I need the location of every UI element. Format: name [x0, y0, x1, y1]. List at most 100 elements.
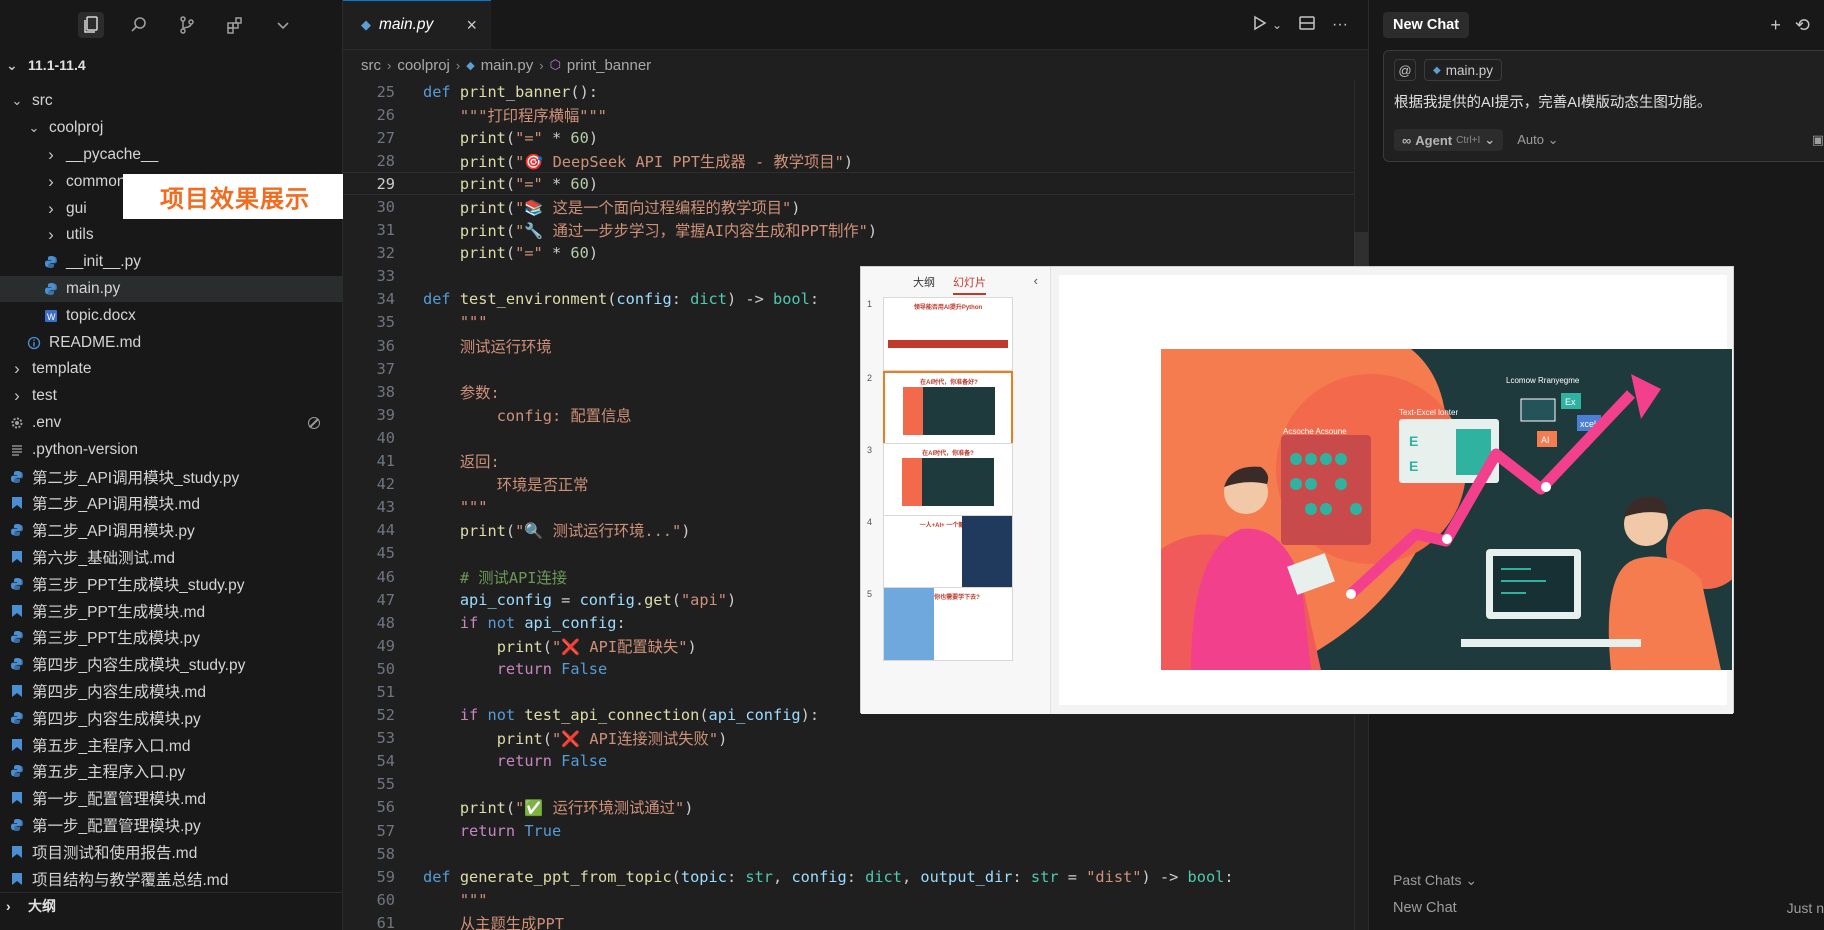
past-chats-toggle[interactable]: Past Chats ⌄ [1393, 872, 1477, 889]
slide-thumbnail-row[interactable]: 2 在AI时代，你准备好? [867, 371, 1013, 445]
tree-item[interactable]: 第二步_API调用模块_study.py [0, 463, 342, 490]
search-icon[interactable] [126, 12, 152, 38]
tree-item-label: 第二步_API调用模块.md [32, 496, 200, 514]
tree-item[interactable]: ⌄ src [0, 88, 342, 115]
tree-item[interactable]: › __pycache__ [0, 142, 342, 169]
mention-icon[interactable]: @ [1394, 59, 1416, 81]
plus-icon[interactable]: + [1770, 15, 1781, 36]
chat-tab[interactable]: New Chat [1383, 12, 1470, 38]
chevron-down-icon[interactable]: ⌄ [1272, 18, 1282, 32]
tree-item[interactable]: 第五步_主程序入口.md [0, 731, 342, 758]
slide-thumbnail[interactable]: 为什么你也需要学下去? [883, 587, 1013, 661]
breadcrumb-item-src[interactable]: src [361, 57, 381, 74]
tree-item[interactable]: 项目测试和使用报告.md [0, 838, 342, 865]
tree-item[interactable]: Wtopic.docx [0, 302, 342, 329]
line-number: 50 [376, 659, 395, 678]
tree-item[interactable]: 第二步_API调用模块.md [0, 490, 342, 517]
collapse-icon[interactable]: ‹ [1034, 273, 1038, 288]
image-icon[interactable]: ▣ [1812, 132, 1824, 148]
tree-item[interactable]: main.py [0, 275, 342, 303]
tree-item[interactable]: › test [0, 383, 342, 410]
context-file-chip[interactable]: ◆ main.py [1424, 59, 1502, 81]
line-number: 54 [376, 752, 395, 771]
tree-item[interactable]: 第三步_PPT生成模块.md [0, 597, 342, 624]
code-line[interactable]: 55 [343, 773, 1368, 796]
code-line[interactable]: 53 print("❌ API连接测试失败") [343, 727, 1368, 750]
tree-item[interactable]: 第四步_内容生成模块_study.py [0, 651, 342, 678]
history-icon[interactable]: ⟲ [1795, 15, 1810, 36]
markdown-file-icon [10, 684, 24, 698]
tab-outline[interactable]: 大纲 [913, 274, 935, 295]
code-text: return False [496, 659, 608, 678]
model-select[interactable]: Auto ⌄ [1517, 132, 1558, 148]
chat-input-box[interactable]: @ ◆ main.py 根据我提供的AI提示，完善AI模版动态生图功能。 ∞ A… [1383, 50, 1824, 162]
outline-section-header[interactable]: › 大纲 [0, 892, 342, 918]
code-line[interactable]: 57 return True [343, 819, 1368, 842]
split-editor-icon[interactable] [1298, 14, 1316, 36]
tree-item[interactable]: 项目结构与教学覆盖总结.md [0, 865, 342, 892]
tree-item[interactable]: › template [0, 356, 342, 383]
code-line[interactable]: 26 """打印程序横幅""" [343, 103, 1368, 126]
tab-slides[interactable]: 幻灯片 [953, 274, 986, 295]
tree-item[interactable]: 第三步_PPT生成模块_study.py [0, 570, 342, 597]
breadcrumb-item-coolproj[interactable]: coolproj [397, 57, 450, 74]
chevron-down-icon[interactable] [270, 12, 296, 38]
tree-item[interactable]: 第二步_API调用模块.py [0, 517, 342, 544]
slide-thumbnail[interactable]: 领导能否用AI提升Python [883, 297, 1013, 371]
tree-item[interactable]: 第四步_内容生成模块.md [0, 678, 342, 705]
current-slide[interactable]: Acsoche Acsoune E E Text-Excel lonter Lc… [1059, 275, 1732, 705]
markdown-file-icon [10, 496, 24, 510]
more-icon[interactable]: ··· [1332, 16, 1348, 34]
code-line[interactable]: 59 def generate_ppt_from_topic(topic: str… [343, 865, 1368, 888]
tree-item[interactable]: ⌄ coolproj [0, 115, 342, 142]
code-line[interactable]: 31 print("🔧 通过一步步学习，掌握AI内容生成和PPT制作") [343, 219, 1368, 242]
code-line[interactable]: 29 print("=" * 60) [343, 172, 1368, 196]
slide-thumbnail-row[interactable]: 4 一人+AI+ 一个新世界 [867, 515, 1013, 589]
tree-item[interactable]: 第六步_基础测试.md [0, 544, 342, 571]
tree-item[interactable]: README.md [0, 329, 342, 356]
tree-item[interactable]: 第一步_配置管理模块.md [0, 785, 342, 812]
thumbnail-art [903, 387, 995, 435]
tree-item-label: 项目结构与教学覆盖总结.md [32, 871, 229, 889]
tree-item[interactable]: .env [0, 410, 342, 437]
sheet-e-bottom: E [1409, 458, 1418, 474]
code-text: # 测试API连接 [459, 568, 568, 587]
code-line[interactable]: 28 print("🎯 DeepSeek API PPT生成器 - 教学项目") [343, 149, 1368, 172]
tree-item[interactable]: 第一步_配置管理模块.py [0, 812, 342, 839]
slide-thumbnail-row[interactable]: 5 为什么你也需要学下去? [867, 587, 1013, 661]
past-chat-item[interactable]: New Chat [1393, 900, 1457, 916]
slide-thumbnail[interactable]: 一人+AI+ 一个新世界 [883, 515, 1013, 589]
slide-thumbnail-row[interactable]: 1 领导能否用AI提升Python [867, 297, 1013, 371]
slide-thumbnail-row[interactable]: 3 在AI时代，你准备? [867, 443, 1013, 517]
code-line[interactable]: 30 print("📚 这是一个面向过程编程的教学项目") [343, 195, 1368, 218]
code-line[interactable]: 60 """ [343, 888, 1368, 911]
code-line[interactable]: 58 [343, 842, 1368, 865]
agent-mode-button[interactable]: ∞ Agent Ctrl+I ⌄ [1394, 129, 1504, 151]
tree-item[interactable]: 第五步_主程序入口.py [0, 758, 342, 785]
tree-item-label: __init__.py [66, 253, 141, 271]
code-line[interactable]: 56 print("✅ 运行环境测试通过") [343, 796, 1368, 819]
code-line[interactable]: 54 return False [343, 750, 1368, 773]
slide-thumbnail[interactable]: 在AI时代，你准备? [883, 443, 1013, 517]
tree-item[interactable]: .python-version [0, 436, 342, 463]
tree-item[interactable]: › utils [0, 222, 342, 249]
tab-main-py[interactable]: ◆ main.py × [343, 0, 491, 49]
breadcrumb-item-symbol[interactable]: print_banner [567, 57, 651, 74]
source-control-icon[interactable] [174, 12, 200, 38]
tree-item[interactable]: 第三步_PPT生成模块.py [0, 624, 342, 651]
chat-message-text[interactable]: 根据我提供的AI提示，完善AI模版动态生图功能。 [1384, 81, 1824, 112]
chevron-right-icon: › [14, 359, 20, 379]
breadcrumb-item-file[interactable]: main.py [481, 57, 534, 74]
slide-thumbnail[interactable]: 在AI时代，你准备好? [883, 371, 1013, 445]
code-line[interactable]: 27 print("=" * 60) [343, 126, 1368, 149]
explorer-icon[interactable] [78, 12, 104, 38]
run-icon[interactable] [1250, 14, 1268, 36]
code-line[interactable]: 25 def print_banner(): [343, 80, 1368, 103]
workspace-header[interactable]: ⌄ 11.1-11.4 [0, 50, 342, 80]
close-icon[interactable]: × [466, 15, 477, 36]
tree-item[interactable]: 第四步_内容生成模块.py [0, 704, 342, 731]
code-line[interactable]: 32 print("=" * 60) [343, 242, 1368, 265]
code-line[interactable]: 61 从主题生成PPT [343, 911, 1368, 930]
tree-item[interactable]: __init__.py [0, 249, 342, 276]
extensions-icon[interactable] [222, 12, 248, 38]
